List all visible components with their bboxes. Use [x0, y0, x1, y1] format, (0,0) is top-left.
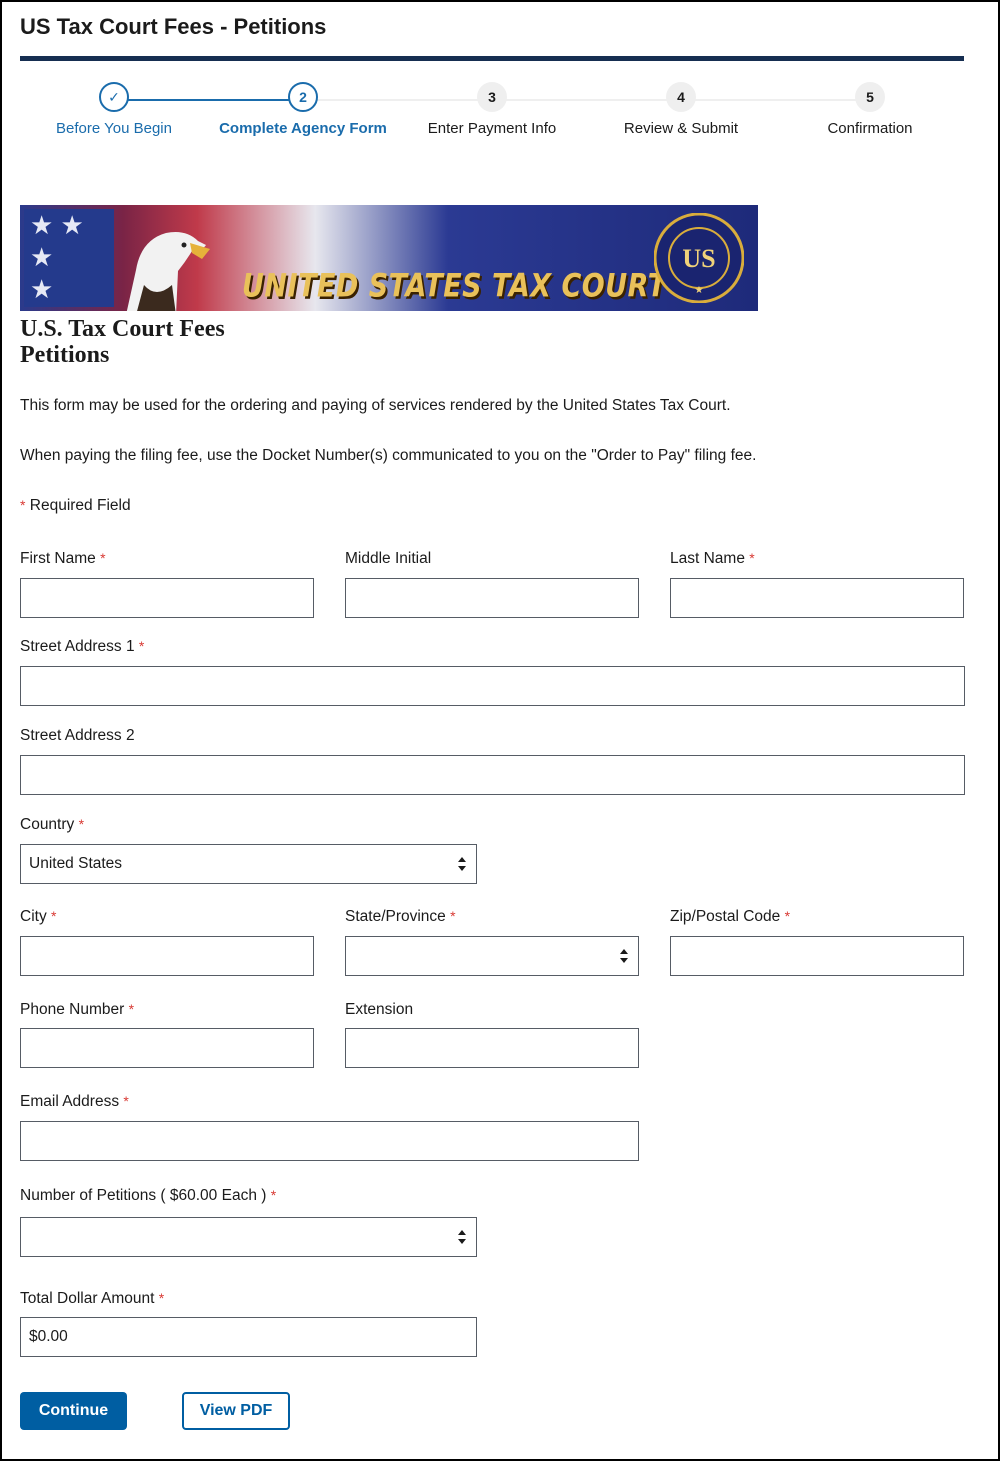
step-number: 2: [288, 82, 318, 112]
last-name-input[interactable]: [670, 578, 964, 618]
step-label: Confirmation: [827, 120, 913, 137]
middle-initial-label: Middle Initial: [345, 550, 432, 567]
zip-postal-code-input[interactable]: [670, 936, 964, 976]
form-title-line2: Petitions: [20, 342, 110, 368]
select-arrows-icon: [458, 857, 466, 871]
view-pdf-button[interactable]: View PDF: [182, 1392, 290, 1430]
state-province-label: State/Province *: [345, 908, 456, 925]
intro-text-1: This form may be used for the ordering a…: [20, 397, 731, 414]
intro-text-2: When paying the filing fee, use the Dock…: [20, 447, 757, 464]
extension-input[interactable]: [345, 1028, 639, 1068]
required-note-text: Required Field: [29, 497, 131, 514]
seal-initials: US: [682, 244, 715, 273]
middle-initial-input[interactable]: [345, 578, 639, 618]
street-address-1-input[interactable]: [20, 666, 965, 706]
flag-stars-icon: ★ ★ ★ ★: [24, 209, 114, 307]
banner-court-text: UNITED STATES TAX COURT: [242, 267, 667, 306]
step-label: Before You Begin: [56, 120, 172, 137]
tax-court-seal-icon: US ★: [654, 213, 744, 303]
step-label: Enter Payment Info: [427, 120, 557, 137]
total-dollar-amount-input[interactable]: $0.00: [20, 1317, 477, 1357]
form-title: U.S. Tax Court Fees Petitions: [20, 316, 225, 368]
phone-number-label: Phone Number *: [20, 1001, 135, 1018]
tax-court-banner: ★ ★ ★ ★ UNITED STATES TAX COURT US ★: [20, 205, 758, 311]
street-address-1-label: Street Address 1 *: [20, 638, 145, 655]
country-label: Country *: [20, 816, 85, 833]
continue-button[interactable]: Continue: [20, 1392, 127, 1430]
country-selected-value: United States: [29, 855, 123, 872]
app-title: US Tax Court Fees - Petitions: [20, 14, 327, 39]
total-dollar-amount-label: Total Dollar Amount *: [20, 1290, 165, 1307]
street-address-2-input[interactable]: [20, 755, 965, 795]
step-confirmation: 5 Confirmation: [780, 82, 960, 137]
step-label: Complete Agency Form: [219, 120, 387, 137]
number-of-petitions-select[interactable]: [20, 1217, 477, 1257]
step-review-submit: 4 Review & Submit: [591, 82, 771, 137]
country-select[interactable]: United States: [20, 844, 477, 884]
required-note: * Required Field: [20, 497, 131, 515]
step-number: 4: [666, 82, 696, 112]
phone-number-input[interactable]: [20, 1028, 314, 1068]
svg-text:★: ★: [695, 285, 704, 296]
step-complete-agency-form: 2 Complete Agency Form: [213, 82, 393, 137]
last-name-label: Last Name *: [670, 550, 755, 567]
email-address-input[interactable]: [20, 1121, 639, 1161]
city-input[interactable]: [20, 936, 314, 976]
title-divider: [20, 56, 964, 61]
required-asterisk: *: [20, 497, 26, 513]
email-address-label: Email Address *: [20, 1093, 129, 1110]
first-name-label: First Name *: [20, 550, 106, 567]
eagle-icon: [126, 232, 210, 311]
city-label: City *: [20, 908, 57, 925]
select-arrows-icon: [620, 949, 628, 963]
step-enter-payment-info: 3 Enter Payment Info: [402, 82, 582, 137]
step-number: 5: [855, 82, 885, 112]
extension-label: Extension: [345, 1001, 414, 1018]
select-arrows-icon: [458, 1230, 466, 1244]
step-label: Review & Submit: [623, 120, 739, 137]
first-name-input[interactable]: [20, 578, 314, 618]
progress-stepper: ✓ Before You Begin 2 Complete Agency For…: [20, 80, 964, 150]
street-address-2-label: Street Address 2: [20, 727, 135, 744]
step-number: 3: [477, 82, 507, 112]
number-of-petitions-label: Number of Petitions ( $60.00 Each ) *: [20, 1187, 277, 1204]
checkmark-icon: ✓: [99, 82, 129, 112]
form-title-line1: U.S. Tax Court Fees: [20, 316, 225, 342]
state-province-select[interactable]: [345, 936, 639, 976]
zip-postal-code-label: Zip/Postal Code *: [670, 908, 791, 925]
step-before-you-begin[interactable]: ✓ Before You Begin: [24, 82, 204, 137]
